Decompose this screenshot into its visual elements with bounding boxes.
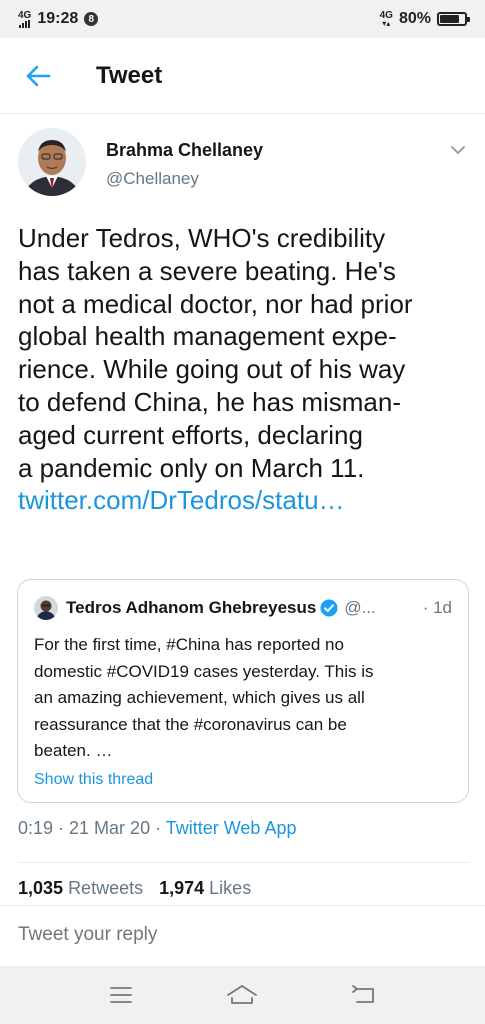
data-network-icon: 4G ▾▴ [379,9,393,28]
quoted-text-line: domestic #COVID19 cases yesterday. This … [34,661,374,681]
status-left: 4G 19:28 8 [18,9,99,28]
avatar-image [18,128,86,196]
battery-fill [440,15,460,23]
source-app-link[interactable]: Twitter Web App [166,818,297,838]
retweets-stat[interactable]: 1,035 Retweets [18,878,143,899]
page-title: Tweet [96,61,163,89]
tweet-meta: 0:19 · 21 Mar 20 · Twitter Web App [18,818,296,839]
quoted-tweet-text: For the first time, #China has reported … [34,632,452,765]
status-bar: 4G 19:28 8 4G ▾▴ 80% [0,0,485,38]
like-label: Likes [209,878,252,898]
tweet-link[interactable]: twitter.com/DrTedros/statu… [18,484,474,517]
back-nav-icon [352,985,375,1003]
quoted-text-line: reassurance that the #coronavirus can be [34,714,347,734]
tweet-timestamp: 0:19 · 21 Mar 20 · [18,818,166,838]
home-icon [227,985,258,1004]
verified-icon [320,599,338,617]
battery-percent: 80% [398,10,431,27]
tweet-text-line: aged current efforts, declaring [18,419,363,450]
back-button[interactable] [18,56,58,96]
retweet-label: Retweets [68,878,144,898]
tweet-text-line: Under Tedros, WHO's credibility [18,223,386,253]
quoted-tweet-header: Tedros Adhanom Ghebreyesus @... · 1d [34,580,452,636]
tweet-author: Brahma Chellaney @Chellaney [18,128,468,204]
quoted-text-line: beaten. … [34,741,113,760]
like-count: 1,974 [159,878,205,898]
author-name[interactable]: Brahma Chellaney [106,140,263,161]
retweet-count: 1,035 [18,878,64,898]
divider [18,862,470,863]
quoted-text-line: an amazing achievement, which gives us a… [34,688,365,707]
quoted-tweet[interactable]: Tedros Adhanom Ghebreyesus @... · 1d For… [17,579,469,803]
likes-stat[interactable]: 1,974 Likes [159,878,251,899]
clock: 19:28 [37,10,79,27]
reply-bar [0,905,485,965]
show-thread-link[interactable]: Show this thread [34,771,153,789]
quoted-author-handle: @... [344,598,376,617]
quoted-avatar [34,596,58,620]
reply-input[interactable] [18,924,458,946]
battery-icon [437,12,470,26]
notification-badge: 8 [84,12,99,26]
avatar[interactable] [18,128,86,196]
tweet-text-line: a pandemic only on March 11. [18,452,365,483]
tweet-stats: 1,035 Retweets 1,974 Likes [18,878,251,899]
back-nav-button[interactable] [342,973,386,1017]
chevron-down-icon[interactable] [448,142,468,158]
tweet-text-line: not a medical doctor, nor had prior [18,288,413,319]
tweet-text: Under Tedros, WHO's credibility has take… [18,222,474,517]
system-nav-bar [0,966,485,1024]
quoted-text-line: For the first time, #China has reported … [34,635,344,654]
quoted-time: · 1d [422,598,452,617]
status-right: 4G ▾▴ 80% [379,9,470,28]
tweet-text-line: global health management expe- [18,321,397,352]
app-header: Tweet [0,38,485,114]
tweet-text-line: has taken a severe beating. He's [18,255,396,286]
quoted-author-name: Tedros Adhanom Ghebreyesus [66,598,317,617]
back-arrow-icon [26,65,51,86]
tweet-text-line: rience. While going out of his way [18,354,406,385]
network-type: 4G [18,9,32,21]
signal-icon: 4G [18,9,32,28]
author-names: Brahma Chellaney @Chellaney [106,140,263,204]
menu-button[interactable] [99,973,143,1017]
home-button[interactable] [220,973,264,1017]
menu-icon [109,987,132,1003]
tweet-text-line: to defend China, he has misman- [18,386,401,417]
author-handle[interactable]: @Chellaney [106,169,263,189]
